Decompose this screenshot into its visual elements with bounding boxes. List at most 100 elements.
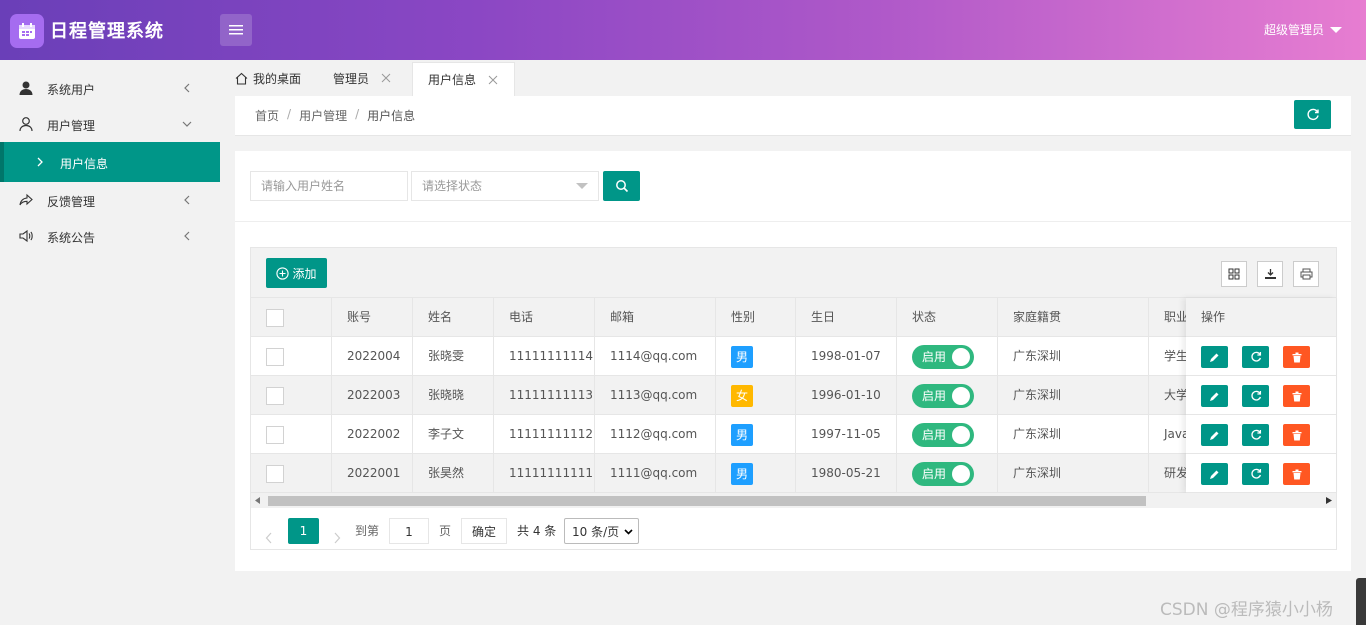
refresh-page-button[interactable] (1294, 100, 1331, 129)
table-row[interactable]: 2022002 李子文 11111111112 1112@qq.com 男 19… (251, 415, 1336, 454)
current-page-button[interactable]: 1 (288, 518, 319, 544)
column-header[interactable]: 电话 (494, 298, 595, 337)
name-cell: 张昊然 (413, 454, 494, 493)
column-header[interactable]: 姓名 (413, 298, 494, 337)
watermark: CSDN @程序猿小小杨 (1160, 600, 1333, 620)
row-checkbox[interactable] (266, 387, 284, 405)
breadcrumb-current: 用户信息 (367, 109, 416, 123)
chevron-left-icon (184, 83, 190, 93)
operations-row (1186, 415, 1336, 454)
reset-button[interactable] (1242, 346, 1269, 368)
hometown-cell: 广东深圳 (998, 337, 1149, 376)
page-size-value: 10 条/页 (572, 525, 620, 539)
account-cell: 2022003 (332, 376, 413, 415)
sidebar-item-feedback[interactable]: 反馈管理 (0, 182, 220, 218)
row-checkbox[interactable] (266, 465, 284, 483)
status-cell: 启用 (897, 415, 998, 454)
app-title: 日程管理系统 (50, 21, 164, 42)
user-filled-icon (19, 81, 33, 95)
status-toggle[interactable]: 启用 (912, 383, 974, 408)
delete-button[interactable] (1283, 424, 1310, 446)
reset-button[interactable] (1242, 463, 1269, 485)
goto-page-input[interactable]: 1 (389, 518, 429, 544)
trash-icon (1292, 430, 1301, 440)
status-toggle[interactable]: 启用 (912, 461, 974, 486)
trash-icon (1292, 391, 1301, 401)
chevron-down-icon (182, 121, 192, 127)
status-toggle[interactable]: 启用 (912, 422, 974, 447)
columns-filter-button[interactable] (1221, 261, 1247, 287)
pencil-icon (1210, 431, 1219, 440)
birthday-cell: 1996-01-10 (796, 376, 897, 415)
name-cell: 张晓晓 (413, 376, 494, 415)
status-toggle[interactable]: 启用 (912, 344, 974, 369)
sidebar-item-announcements[interactable]: 系统公告 (0, 218, 220, 254)
tab-user-info[interactable]: 用户信息 (412, 62, 515, 96)
sidebar-item-user-management[interactable]: 用户管理 (0, 106, 220, 142)
tab-admin[interactable]: 管理员 (333, 60, 391, 96)
table-header-row: 账号 姓名 电话 邮箱 性别 生日 状态 家庭籍贯 职业 (251, 298, 1336, 337)
goto-confirm-button[interactable]: 确定 (461, 518, 507, 544)
toggle-knob (952, 386, 970, 405)
export-button[interactable] (1257, 261, 1283, 287)
email-cell: 1113@qq.com (595, 376, 716, 415)
email-cell: 1111@qq.com (595, 454, 716, 493)
column-header[interactable]: 状态 (897, 298, 998, 337)
delete-button[interactable] (1283, 463, 1310, 485)
column-header[interactable]: 生日 (796, 298, 897, 337)
status-toggle-label: 启用 (922, 427, 947, 442)
operations-row (1186, 454, 1336, 493)
email-cell: 1114@qq.com (595, 337, 716, 376)
column-header[interactable]: 家庭籍贯 (998, 298, 1149, 337)
export-icon (1264, 269, 1276, 279)
hometown-cell: 广东深圳 (998, 376, 1149, 415)
table-row[interactable]: 2022003 张晓晓 11111111113 1113@qq.com 女 19… (251, 376, 1336, 415)
row-checkbox[interactable] (266, 348, 284, 366)
name-cell: 李子文 (413, 415, 494, 454)
search-button[interactable] (603, 171, 640, 201)
next-page-icon (334, 532, 341, 544)
reset-button[interactable] (1242, 385, 1269, 407)
sidebar-item-system-users[interactable]: 系统用户 (0, 70, 220, 106)
print-button[interactable] (1293, 261, 1319, 287)
email-cell: 1112@qq.com (595, 415, 716, 454)
sidebar: 系统用户 用户管理 用户信息 反馈管理 系统公告 (0, 60, 220, 625)
status-select[interactable]: 请选择状态 (411, 171, 599, 201)
table-row[interactable]: 2022004 张晓雯 11111111114 1114@qq.com 男 19… (251, 337, 1336, 376)
delete-button[interactable] (1283, 385, 1310, 407)
horizontal-scrollbar[interactable] (251, 493, 1336, 508)
sidebar-item-user-info[interactable]: 用户信息 (0, 142, 220, 182)
print-icon (1300, 268, 1312, 280)
table-row[interactable]: 2022001 张昊然 11111111111 1111@qq.com 男 19… (251, 454, 1336, 493)
select-all-cell (251, 298, 332, 337)
delete-button[interactable] (1283, 346, 1310, 368)
gender-badge: 男 (731, 345, 753, 368)
breadcrumb-home[interactable]: 首页 (255, 107, 279, 124)
breadcrumb-user-management[interactable]: 用户管理 (299, 107, 347, 124)
scrollbar-thumb[interactable] (268, 496, 1146, 506)
column-header[interactable]: 账号 (332, 298, 413, 337)
tab-my-desktop[interactable]: 我的桌面 (235, 60, 301, 96)
menu-toggle-button[interactable] (220, 14, 252, 46)
column-header[interactable]: 性别 (716, 298, 796, 337)
phone-cell: 11111111114 (494, 337, 595, 376)
edit-button[interactable] (1201, 463, 1228, 485)
user-menu[interactable]: 超级管理员 (1264, 21, 1342, 38)
edit-button[interactable] (1201, 385, 1228, 407)
select-all-checkbox[interactable] (266, 309, 284, 327)
row-checkbox[interactable] (266, 426, 284, 444)
name-search-input[interactable]: 请输入用户姓名 (250, 171, 408, 201)
status-toggle-label: 启用 (922, 388, 947, 403)
edit-button[interactable] (1201, 346, 1228, 368)
add-button[interactable]: 添加 (266, 258, 327, 288)
page-size-select[interactable]: 10 条/页 (564, 518, 639, 544)
operations-row (1186, 337, 1336, 376)
trash-icon (1292, 469, 1301, 479)
row-select-cell (251, 415, 332, 454)
edit-button[interactable] (1201, 424, 1228, 446)
tab-label: 我的桌面 (253, 71, 302, 86)
breadcrumb: 首页 / 用户管理 / 用户信息 (255, 107, 415, 124)
reset-button[interactable] (1242, 424, 1269, 446)
refresh-icon (1250, 429, 1261, 440)
column-header[interactable]: 邮箱 (595, 298, 716, 337)
